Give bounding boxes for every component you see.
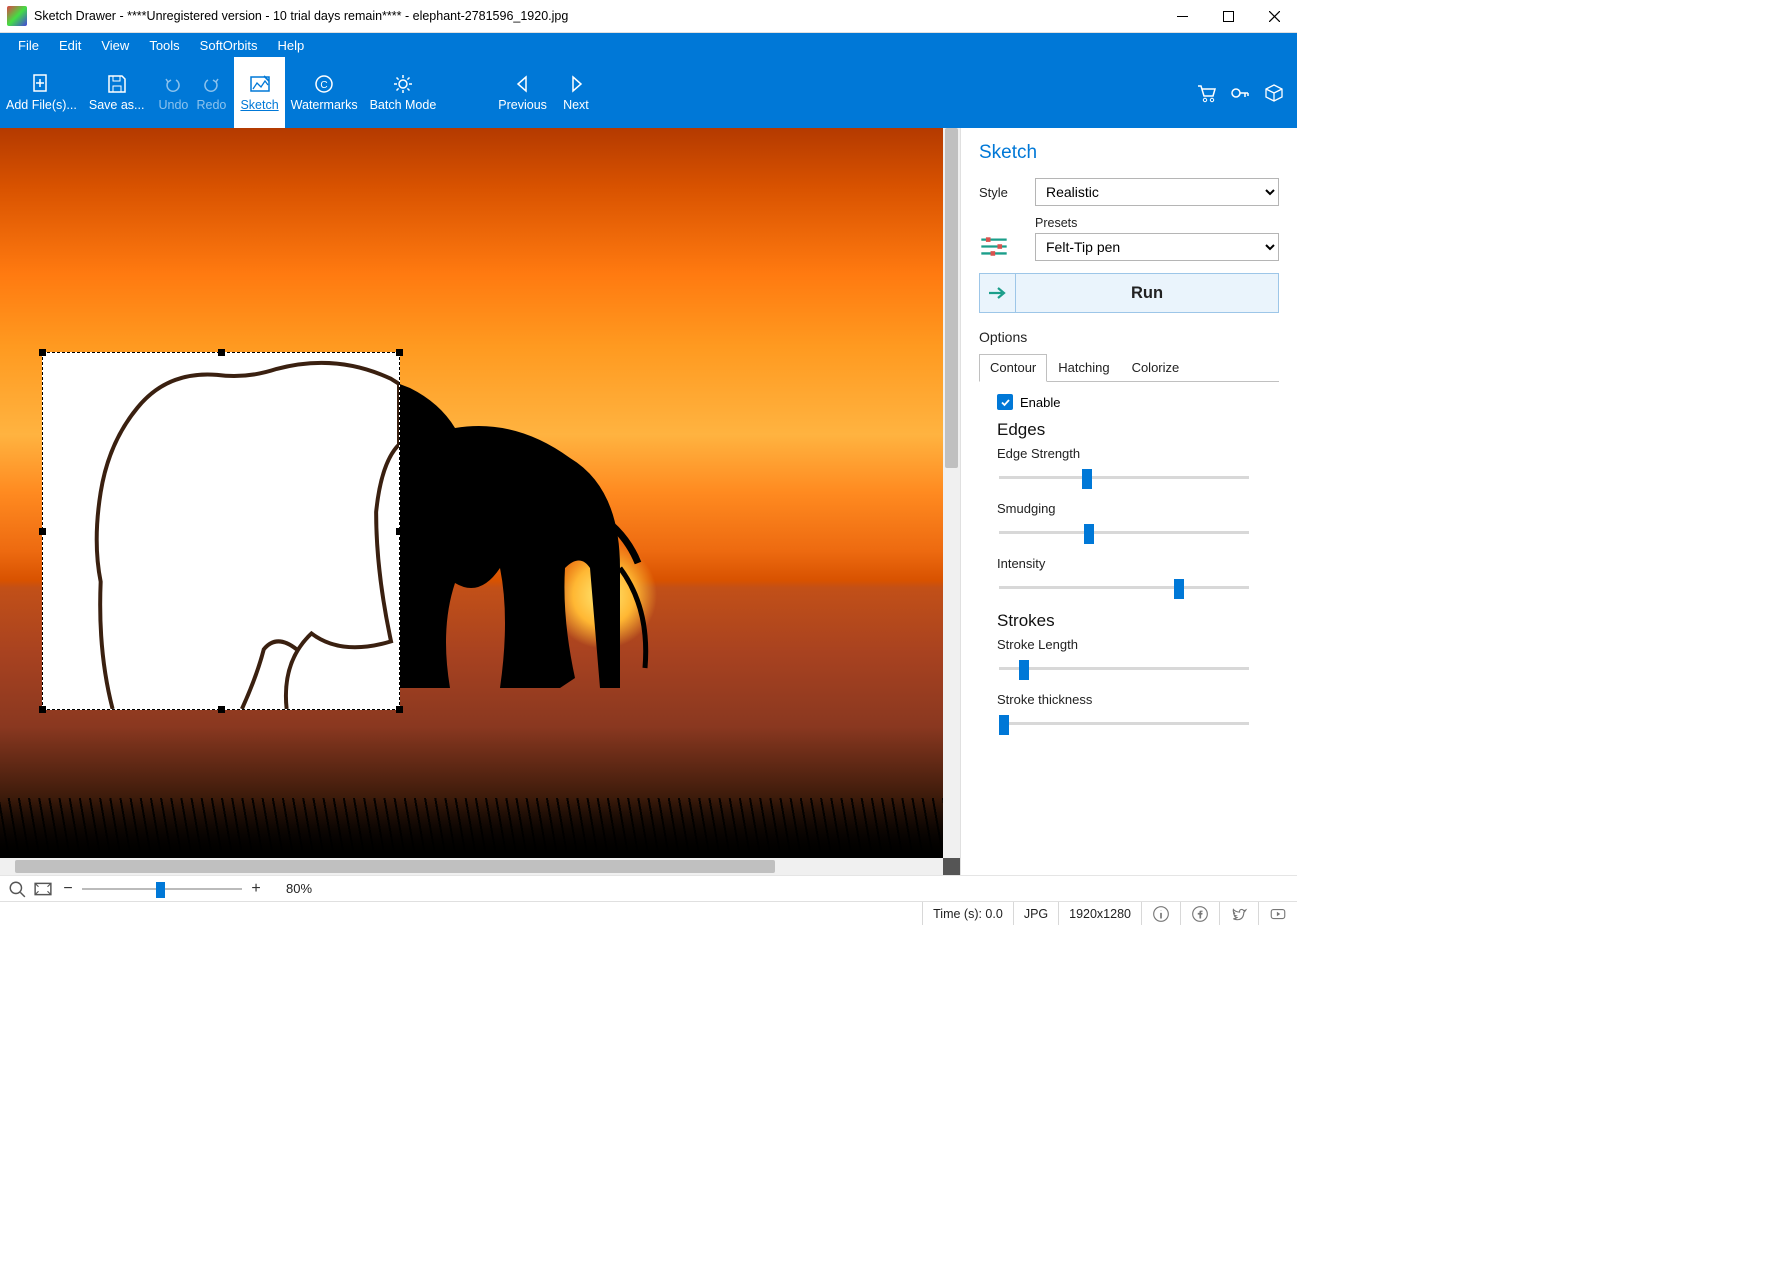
edge-strength-slider[interactable]: [999, 467, 1249, 487]
previous-button[interactable]: Previous: [492, 57, 553, 128]
menu-tools[interactable]: Tools: [139, 35, 189, 56]
info-icon[interactable]: [1152, 905, 1170, 923]
add-files-button[interactable]: Add File(s)...: [0, 57, 83, 128]
sliders-icon[interactable]: [979, 236, 1009, 258]
smudging-slider[interactable]: [999, 522, 1249, 542]
batch-mode-button[interactable]: Batch Mode: [364, 57, 443, 128]
enable-label: Enable: [1020, 395, 1060, 410]
status-dimensions: 1920x1280: [1058, 902, 1141, 925]
intensity-label: Intensity: [997, 556, 1279, 571]
redo-button: Redo: [188, 57, 234, 128]
selection-preview[interactable]: [42, 352, 400, 710]
tab-hatching[interactable]: Hatching: [1047, 354, 1120, 382]
menu-softorbits[interactable]: SoftOrbits: [190, 35, 268, 56]
minimize-button[interactable]: [1159, 0, 1205, 33]
smudging-label: Smudging: [997, 501, 1279, 516]
tab-colorize[interactable]: Colorize: [1121, 354, 1191, 382]
stroke-length-label: Stroke Length: [997, 637, 1279, 652]
add-file-icon: [30, 73, 52, 95]
sketch-icon: [249, 73, 271, 95]
status-time: Time (s): 0.0: [922, 902, 1013, 925]
save-icon: [106, 73, 128, 95]
style-label: Style: [979, 185, 1035, 200]
window-title: Sketch Drawer - ****Unregistered version…: [34, 9, 1159, 23]
zoom-percent: 80%: [286, 881, 312, 896]
options-header: Options: [979, 329, 1279, 345]
sketch-outline: [43, 353, 399, 709]
sketch-button[interactable]: Sketch: [234, 57, 284, 128]
zoom-bar: − + 80%: [0, 875, 1297, 901]
menu-view[interactable]: View: [91, 35, 139, 56]
menu-file[interactable]: File: [8, 35, 49, 56]
horizontal-scrollbar[interactable]: [0, 858, 943, 875]
preset-select[interactable]: Felt-Tip pen: [1035, 233, 1279, 261]
box-icon[interactable]: [1263, 82, 1285, 104]
zoom-in-button[interactable]: +: [248, 881, 264, 897]
style-select[interactable]: Realistic: [1035, 178, 1279, 206]
zoom-slider[interactable]: [82, 881, 242, 897]
canvas-area[interactable]: [0, 128, 960, 875]
presets-label: Presets: [1035, 216, 1279, 230]
zoom-fit-icon[interactable]: [34, 880, 52, 898]
zoom-out-button[interactable]: −: [60, 881, 76, 897]
enable-checkbox[interactable]: [997, 394, 1013, 410]
facebook-icon[interactable]: [1191, 905, 1209, 923]
close-button[interactable]: [1251, 0, 1297, 33]
tab-contour[interactable]: Contour: [979, 354, 1047, 382]
resize-handle[interactable]: [396, 528, 403, 535]
edge-strength-label: Edge Strength: [997, 446, 1279, 461]
youtube-icon[interactable]: [1269, 905, 1287, 923]
save-as-button[interactable]: Save as...: [83, 57, 151, 128]
undo-icon: [162, 73, 184, 95]
run-button[interactable]: Run: [1015, 273, 1279, 313]
resize-handle[interactable]: [218, 706, 225, 713]
watermarks-button[interactable]: C Watermarks: [285, 57, 364, 128]
status-bar: Time (s): 0.0 JPG 1920x1280: [0, 901, 1297, 925]
menu-edit[interactable]: Edit: [49, 35, 91, 56]
resize-handle[interactable]: [218, 349, 225, 356]
resize-handle[interactable]: [396, 349, 403, 356]
panel-title: Sketch: [979, 142, 1279, 164]
redo-icon: [200, 73, 222, 95]
key-icon[interactable]: [1229, 82, 1251, 104]
resize-handle[interactable]: [39, 528, 46, 535]
resize-handle[interactable]: [396, 706, 403, 713]
app-icon: [7, 6, 27, 26]
next-button[interactable]: Next: [553, 57, 599, 128]
gear-icon: [392, 73, 414, 95]
resize-handle[interactable]: [39, 349, 46, 356]
image-foreground: [0, 798, 943, 858]
stroke-length-slider[interactable]: [999, 658, 1249, 678]
twitter-icon[interactable]: [1230, 905, 1248, 923]
resize-handle[interactable]: [39, 706, 46, 713]
cart-icon[interactable]: [1195, 82, 1217, 104]
menubar: File Edit View Tools SoftOrbits Help: [0, 33, 1297, 57]
titlebar: Sketch Drawer - ****Unregistered version…: [0, 0, 1297, 33]
menu-help[interactable]: Help: [267, 35, 314, 56]
vertical-scrollbar[interactable]: [943, 128, 960, 858]
toolbar: Add File(s)... Save as... Undo Redo Sket…: [0, 57, 1297, 128]
run-arrow-icon: [979, 273, 1015, 313]
arrow-right-icon: [565, 73, 587, 95]
stroke-thickness-slider[interactable]: [999, 713, 1249, 733]
maximize-button[interactable]: [1205, 0, 1251, 33]
strokes-group: Strokes: [997, 611, 1279, 631]
intensity-slider[interactable]: [999, 577, 1249, 597]
options-tabs: Contour Hatching Colorize: [979, 353, 1279, 382]
zoom-actual-icon[interactable]: [8, 880, 26, 898]
stroke-thickness-label: Stroke thickness: [997, 692, 1279, 707]
arrow-left-icon: [512, 73, 534, 95]
edges-group: Edges: [997, 420, 1279, 440]
watermark-icon: C: [313, 73, 335, 95]
svg-text:C: C: [321, 80, 328, 91]
status-format: JPG: [1013, 902, 1058, 925]
side-panel: Sketch Style Realistic Presets Felt-Tip …: [960, 128, 1297, 875]
